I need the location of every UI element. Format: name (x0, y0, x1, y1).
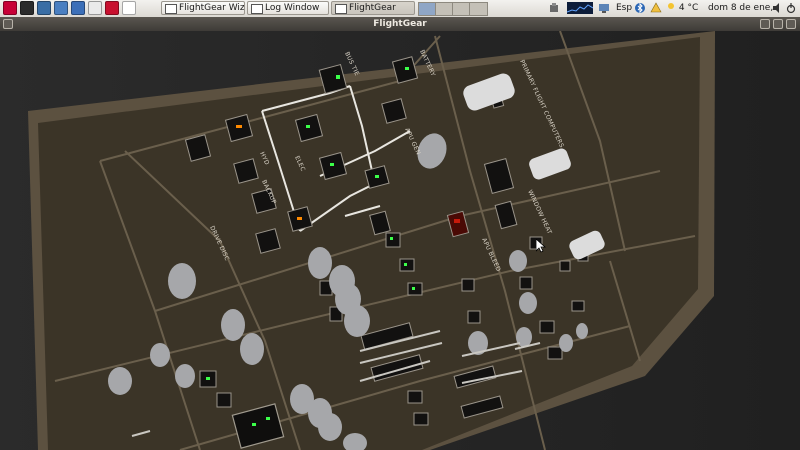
debian-swirl-icon[interactable] (3, 1, 17, 15)
weather-applet[interactable]: 4 °C (666, 1, 698, 15)
workspace-1[interactable] (419, 3, 436, 15)
bluetooth-icon[interactable] (635, 1, 647, 15)
network-tray-icon[interactable] (598, 1, 612, 15)
taskbar-label: FlightGear Wiz... (179, 3, 245, 13)
overhead-panel-render: APU GEN BUS TIE BATTERY PRIMARY FLIGHT C… (0, 31, 800, 450)
window-icon (165, 4, 177, 14)
network-icon[interactable] (37, 1, 51, 15)
temperature: 4 °C (678, 3, 699, 13)
sun-icon (668, 3, 674, 9)
workspace-3[interactable] (453, 3, 470, 15)
taskbar-flightgear-wizard[interactable]: FlightGear Wiz... (161, 1, 245, 15)
workspace-4[interactable] (470, 3, 486, 15)
system-monitor-icon[interactable] (566, 1, 595, 15)
browser-globe-icon[interactable] (54, 1, 68, 15)
workspace-switcher[interactable] (418, 2, 488, 16)
maximize-button[interactable] (773, 19, 783, 29)
flightgear-viewport[interactable]: APU GEN BUS TIE BATTERY PRIMARY FLIGHT C… (0, 31, 800, 450)
window-icon (251, 4, 263, 14)
window-icon (335, 4, 347, 14)
update-icon[interactable] (650, 1, 664, 15)
top-panel: FlightGear Wiz... Log Window FlightGear … (0, 0, 800, 27)
close-button[interactable] (786, 19, 796, 29)
help-icon[interactable] (88, 1, 102, 15)
document-icon[interactable] (71, 1, 85, 15)
keyboard-layout[interactable]: Esp (616, 1, 632, 15)
notification-icon[interactable] (548, 1, 562, 15)
airplane-icon[interactable] (105, 1, 119, 15)
taskbar-flightgear[interactable]: FlightGear (331, 1, 415, 15)
mouse-cursor-icon (536, 239, 546, 253)
minimize-button[interactable] (760, 19, 770, 29)
window-title: FlightGear (373, 19, 427, 29)
volume-icon[interactable] (772, 1, 784, 15)
taskbar-log-window[interactable]: Log Window (247, 1, 329, 15)
taskbar-label: Log Window (265, 3, 320, 13)
email-icon[interactable] (122, 1, 136, 15)
taskbar-label: FlightGear (349, 3, 396, 13)
window-titlebar[interactable]: FlightGear (0, 17, 800, 31)
terminal-icon[interactable] (20, 1, 34, 15)
power-icon[interactable] (786, 1, 798, 15)
workspace-2[interactable] (436, 3, 453, 15)
